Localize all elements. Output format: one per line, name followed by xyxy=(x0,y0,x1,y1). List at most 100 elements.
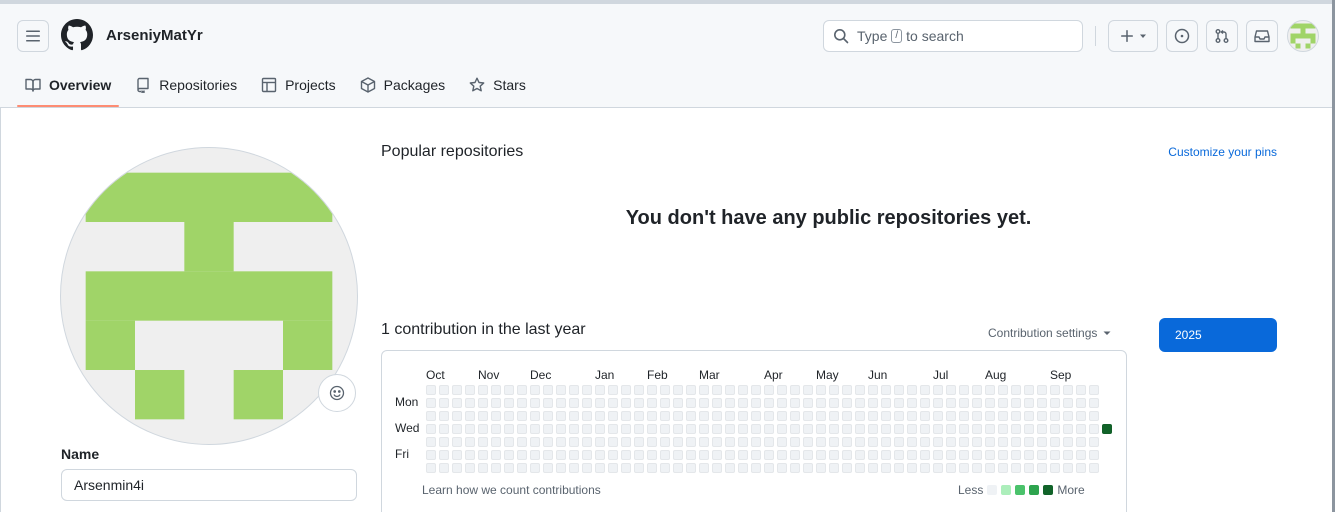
contribution-day-cell[interactable] xyxy=(777,411,787,421)
contribution-day-cell[interactable] xyxy=(439,385,449,395)
contribution-day-cell[interactable] xyxy=(868,398,878,408)
pull-requests-button[interactable] xyxy=(1206,20,1238,52)
contribution-day-cell[interactable] xyxy=(881,437,891,447)
contribution-day-cell[interactable] xyxy=(1024,437,1034,447)
contribution-day-cell[interactable] xyxy=(1024,411,1034,421)
contribution-day-cell[interactable] xyxy=(504,437,514,447)
contribution-day-cell[interactable] xyxy=(1011,411,1021,421)
contribution-day-cell[interactable] xyxy=(595,463,605,473)
contribution-day-cell[interactable] xyxy=(530,437,540,447)
contribution-day-cell[interactable] xyxy=(959,437,969,447)
contribution-day-cell[interactable] xyxy=(465,450,475,460)
contribution-day-cell[interactable] xyxy=(985,411,995,421)
contribution-day-cell[interactable] xyxy=(842,398,852,408)
contribution-day-cell[interactable] xyxy=(543,398,553,408)
contribution-day-cell[interactable] xyxy=(751,398,761,408)
year-2025-button[interactable]: 2025 xyxy=(1159,318,1277,352)
contribution-day-cell[interactable] xyxy=(660,385,670,395)
contribution-day-cell[interactable] xyxy=(790,450,800,460)
contribution-day-cell[interactable] xyxy=(972,437,982,447)
contribution-day-cell[interactable] xyxy=(608,398,618,408)
contribution-day-cell[interactable] xyxy=(998,437,1008,447)
contribution-day-cell[interactable] xyxy=(1024,450,1034,460)
contribution-day-cell[interactable] xyxy=(725,450,735,460)
contribution-day-cell[interactable] xyxy=(478,398,488,408)
contribution-day-cell[interactable] xyxy=(998,463,1008,473)
contribution-day-cell[interactable] xyxy=(595,411,605,421)
contribution-settings-dropdown[interactable]: Contribution settings xyxy=(988,326,1111,340)
contribution-day-cell[interactable] xyxy=(972,385,982,395)
contribution-day-cell[interactable] xyxy=(946,411,956,421)
contribution-day-cell[interactable] xyxy=(465,411,475,421)
contribution-day-cell[interactable] xyxy=(816,424,826,434)
contribution-day-cell[interactable] xyxy=(790,463,800,473)
contribution-day-cell[interactable] xyxy=(621,463,631,473)
contribution-day-cell[interactable] xyxy=(855,385,865,395)
user-avatar-menu[interactable] xyxy=(1287,20,1319,52)
contribution-day-cell[interactable] xyxy=(907,411,917,421)
contribution-day-cell[interactable] xyxy=(738,385,748,395)
contribution-day-cell[interactable] xyxy=(465,437,475,447)
contribution-day-cell[interactable] xyxy=(1076,385,1086,395)
contribution-day-cell[interactable] xyxy=(608,463,618,473)
contribution-day-cell[interactable] xyxy=(751,385,761,395)
contribution-day-cell[interactable] xyxy=(1037,411,1047,421)
contribution-day-cell[interactable] xyxy=(1089,424,1099,434)
contribution-day-cell[interactable] xyxy=(699,463,709,473)
contribution-day-cell[interactable] xyxy=(946,450,956,460)
contribution-day-cell[interactable] xyxy=(777,450,787,460)
contribution-day-cell[interactable] xyxy=(1011,398,1021,408)
contribution-day-cell[interactable] xyxy=(452,385,462,395)
contribution-day-cell[interactable] xyxy=(699,411,709,421)
contribution-day-cell[interactable] xyxy=(998,450,1008,460)
contribution-day-cell[interactable] xyxy=(1063,463,1073,473)
contribution-day-cell[interactable] xyxy=(439,398,449,408)
contribution-day-cell[interactable] xyxy=(972,463,982,473)
contribution-day-cell[interactable] xyxy=(738,424,748,434)
contribution-day-cell[interactable] xyxy=(881,385,891,395)
contribution-day-cell[interactable] xyxy=(751,411,761,421)
contribution-day-cell[interactable] xyxy=(751,437,761,447)
contribution-day-cell[interactable] xyxy=(673,398,683,408)
contribution-day-cell[interactable] xyxy=(842,437,852,447)
contribution-day-cell[interactable] xyxy=(1050,463,1060,473)
contribution-day-cell[interactable] xyxy=(465,385,475,395)
contribution-day-cell[interactable] xyxy=(452,450,462,460)
contribution-day-cell[interactable] xyxy=(868,463,878,473)
contribution-day-cell[interactable] xyxy=(686,463,696,473)
contribution-day-cell[interactable] xyxy=(855,437,865,447)
contribution-day-cell[interactable] xyxy=(1050,424,1060,434)
contribution-day-cell[interactable] xyxy=(1037,385,1047,395)
contribution-day-cell[interactable] xyxy=(1063,450,1073,460)
contribution-day-cell[interactable] xyxy=(452,463,462,473)
contribution-day-cell[interactable] xyxy=(426,463,436,473)
contribution-day-cell[interactable] xyxy=(569,437,579,447)
contribution-day-cell[interactable] xyxy=(933,463,943,473)
learn-contributions-link[interactable]: Learn how we count contributions xyxy=(422,483,601,497)
contribution-day-cell[interactable] xyxy=(985,385,995,395)
contribution-day-cell[interactable] xyxy=(868,411,878,421)
contribution-day-cell[interactable] xyxy=(803,398,813,408)
contribution-day-cell[interactable] xyxy=(621,411,631,421)
contribution-day-cell[interactable] xyxy=(608,437,618,447)
issues-button[interactable] xyxy=(1166,20,1198,52)
contribution-day-cell[interactable] xyxy=(907,450,917,460)
contribution-day-cell[interactable] xyxy=(621,385,631,395)
contribution-day-cell[interactable] xyxy=(868,385,878,395)
contribution-day-cell[interactable] xyxy=(543,463,553,473)
contribution-day-cell[interactable] xyxy=(1037,463,1047,473)
contribution-day-cell[interactable] xyxy=(634,385,644,395)
contribution-day-cell[interactable] xyxy=(959,463,969,473)
search-input[interactable]: Type / to search xyxy=(823,20,1083,52)
contribution-day-cell[interactable] xyxy=(660,450,670,460)
contribution-day-cell[interactable] xyxy=(985,450,995,460)
contribution-day-cell[interactable] xyxy=(517,398,527,408)
contribution-day-cell[interactable] xyxy=(803,463,813,473)
contribution-day-cell[interactable] xyxy=(790,411,800,421)
contribution-day-cell[interactable] xyxy=(426,450,436,460)
contribution-day-cell[interactable] xyxy=(1037,450,1047,460)
contribution-day-cell[interactable] xyxy=(582,463,592,473)
profile-avatar[interactable] xyxy=(60,147,358,445)
contribution-day-cell[interactable] xyxy=(1089,450,1099,460)
contribution-day-cell[interactable] xyxy=(738,463,748,473)
